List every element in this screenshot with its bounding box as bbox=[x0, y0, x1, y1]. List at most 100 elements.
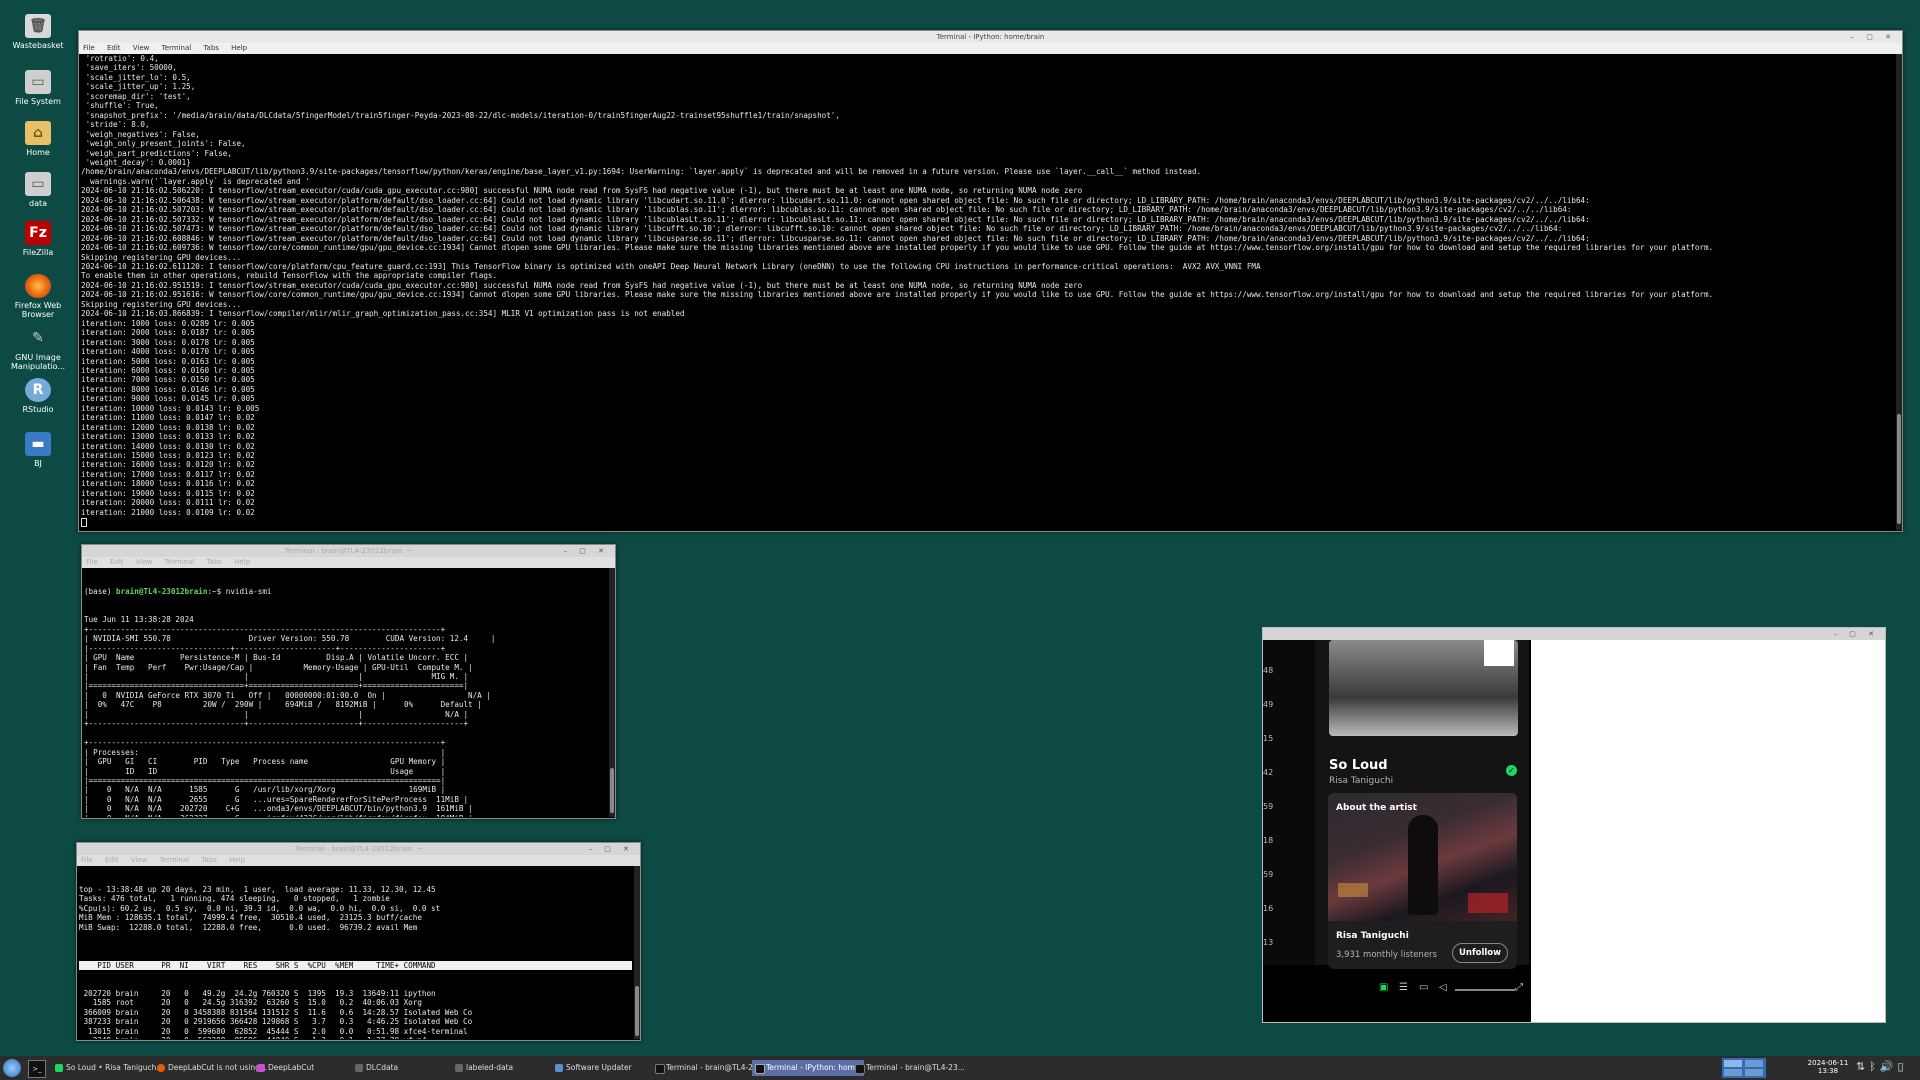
player-controls: ▣ ☰ ▭ ◁ ⤢ bbox=[1315, 980, 1529, 1000]
menu-edit[interactable]: Edit bbox=[107, 44, 121, 52]
menu-help[interactable]: Help bbox=[234, 558, 250, 566]
taskbar-item-dlcdata[interactable]: DLCdata bbox=[352, 1060, 462, 1076]
terminal-top-scrollbar[interactable] bbox=[634, 866, 640, 1039]
music-panel: 48 49 15 42 59 18 59 16 13 So Loud Risa … bbox=[1263, 640, 1531, 1022]
menu-file[interactable]: File bbox=[81, 856, 93, 864]
workspace-switcher[interactable] bbox=[1722, 1058, 1766, 1078]
prompt-line[interactable] bbox=[81, 517, 1900, 527]
bluetooth-icon[interactable]: ᛒ bbox=[1869, 1060, 1880, 1073]
track-title[interactable]: So Loud bbox=[1329, 758, 1388, 773]
duration: 48 bbox=[1263, 666, 1274, 675]
clock-time: 13:38 bbox=[1817, 1067, 1839, 1075]
terminal-top-titlebar[interactable]: Terminal - brain@TL4-23012brain: ~ – ▢ ✕ bbox=[77, 843, 640, 855]
desktop-icon-filesystem[interactable]: ▭ File System bbox=[8, 70, 68, 106]
scrollbar-thumb[interactable] bbox=[635, 986, 639, 1036]
process-row: 366009 brain 20 0 3458388 831564 131512 … bbox=[79, 1007, 473, 1017]
terminal-top-output[interactable]: top - 13:38:48 up 20 days, 23 min, 1 use… bbox=[77, 866, 640, 1039]
window-controls[interactable]: – ▢ ✕ bbox=[589, 843, 634, 855]
menu-help[interactable]: Help bbox=[231, 44, 247, 52]
terminal-main-scrollbar[interactable] bbox=[1896, 54, 1902, 530]
menu-file[interactable]: File bbox=[83, 44, 95, 52]
desktop-icon-data[interactable]: ▭ data bbox=[8, 172, 68, 208]
menu-tabs[interactable]: Tabs bbox=[201, 856, 217, 864]
desktop-icon-filezilla[interactable]: Fz FileZilla bbox=[8, 221, 68, 257]
window-controls[interactable]: – ▢ ✕ bbox=[564, 545, 609, 557]
terminal-nvidia-scrollbar[interactable] bbox=[609, 568, 615, 817]
menu-terminal[interactable]: Terminal bbox=[160, 856, 190, 864]
terminal-main-output[interactable]: 'rotratio': 0.4, 'save_iters': 50000, 's… bbox=[79, 54, 1902, 530]
workspace-3[interactable] bbox=[1724, 1069, 1742, 1076]
terminal-nvidia-window[interactable]: Terminal - brain@TL4-23012brain: ~ – ▢ ✕… bbox=[81, 544, 616, 819]
terminal-main-window[interactable]: Terminal - IPython: home/brain – ▢ ✕ Fil… bbox=[78, 30, 1903, 532]
network-icon[interactable]: ⇅ bbox=[1856, 1060, 1869, 1073]
volume-icon[interactable]: ◁ bbox=[1439, 982, 1447, 993]
desktop-icon-firefox[interactable]: Firefox Web Browser bbox=[8, 274, 68, 319]
fullscreen-icon[interactable]: ⤢ bbox=[1515, 982, 1523, 993]
desktop-icon-label: Home bbox=[26, 148, 50, 157]
taskbar-item-deeplabcut[interactable]: DeepLabCut bbox=[254, 1060, 362, 1076]
workspace-1[interactable] bbox=[1724, 1060, 1742, 1067]
taskbar-item-firefox[interactable]: DeepLabCut is not using... bbox=[154, 1060, 268, 1076]
taskbar-item-terminal-1[interactable]: Terminal - brain@TL4-23... bbox=[652, 1060, 764, 1076]
scrollbar-thumb[interactable] bbox=[610, 768, 614, 813]
desktop-icon-wastebasket[interactable]: 🗑 Wastebasket bbox=[8, 14, 68, 50]
terminal-top-window[interactable]: Terminal - brain@TL4-23012brain: ~ – ▢ ✕… bbox=[76, 842, 641, 1041]
home-folder-icon: ⌂ bbox=[25, 121, 51, 145]
artist-name[interactable]: Risa Taniguchi bbox=[1336, 931, 1409, 941]
terminal-main-titlebar[interactable]: Terminal - IPython: home/brain – ▢ ✕ bbox=[79, 31, 1902, 43]
clock-date: 2024-06-11 bbox=[1807, 1059, 1849, 1067]
terminal-line: 2024-06-10 21:16:02.608846: W tensorflow… bbox=[81, 233, 1590, 243]
menu-tabs[interactable]: Tabs bbox=[203, 44, 219, 52]
taskbar-item-terminal-2[interactable]: Terminal - brain@TL4-23... bbox=[852, 1060, 964, 1076]
terminal-nvidia-output[interactable]: (base) brain@TL4-23012brain:~$ nvidia-sm… bbox=[82, 568, 615, 817]
queue-icon[interactable]: ☰ bbox=[1399, 982, 1408, 993]
saved-check-icon[interactable]: ✓ bbox=[1506, 765, 1517, 776]
desktop-icon-bj[interactable]: ▬ BJ bbox=[8, 432, 68, 468]
track-artist[interactable]: Risa Taniguchi bbox=[1329, 776, 1393, 786]
menu-terminal[interactable]: Terminal bbox=[165, 558, 195, 566]
menu-edit[interactable]: Edit bbox=[110, 558, 124, 566]
album-art-detail bbox=[1484, 640, 1514, 666]
menu-file[interactable]: File bbox=[86, 558, 98, 566]
desktop-icon-rstudio[interactable]: R RStudio bbox=[8, 378, 68, 414]
menu-view[interactable]: View bbox=[131, 856, 148, 864]
scrollbar-thumb[interactable] bbox=[1897, 414, 1901, 524]
terminal-launcher-icon[interactable]: >_ bbox=[28, 1060, 46, 1078]
clock[interactable]: 2024-06-11 13:38 bbox=[1800, 1059, 1856, 1075]
terminal-line: 'weigh_negatives': False, bbox=[81, 129, 200, 139]
connect-device-icon[interactable]: ▭ bbox=[1419, 982, 1428, 993]
duration: 16 bbox=[1263, 904, 1274, 913]
taskbar-item-label: Terminal - IPython: hom... bbox=[766, 1063, 863, 1072]
menu-edit[interactable]: Edit bbox=[105, 856, 119, 864]
taskbar-item-terminal-ipython[interactable]: Terminal - IPython: hom... bbox=[752, 1060, 864, 1076]
clipboard-icon[interactable]: ▯ bbox=[1898, 1060, 1908, 1073]
window-controls[interactable]: – ▢ ✕ bbox=[1834, 628, 1879, 640]
process-row: 387233 brain 20 0 2919656 366428 129868 … bbox=[79, 1017, 473, 1027]
album-art[interactable] bbox=[1329, 640, 1518, 736]
window-controls[interactable]: – ▢ ✕ bbox=[1851, 31, 1896, 43]
desktop-icon-home[interactable]: ⌂ Home bbox=[8, 121, 68, 157]
taskbar-item-software-updater[interactable]: Software Updater bbox=[552, 1060, 662, 1076]
taskbar-item-label: Terminal - brain@TL4-23... bbox=[666, 1063, 764, 1072]
terminal-nvidia-titlebar[interactable]: Terminal - brain@TL4-23012brain: ~ – ▢ ✕ bbox=[82, 545, 615, 557]
desktop-icon-gimp[interactable]: ✎ GNU Image Manipulatio... bbox=[8, 326, 68, 372]
now-playing-view-icon[interactable]: ▣ bbox=[1379, 982, 1388, 993]
whisker-menu-icon[interactable] bbox=[3, 1059, 21, 1077]
taskbar-item-music[interactable]: So Loud • Risa Taniguch... bbox=[52, 1060, 166, 1076]
menu-terminal[interactable]: Terminal bbox=[162, 44, 192, 52]
music-player-window[interactable]: – ▢ ✕ 48 49 15 42 59 18 59 16 13 So Loud… bbox=[1262, 627, 1886, 1023]
unfollow-button[interactable]: Unfollow bbox=[1452, 943, 1508, 963]
terminal-line: iteration: 4000 loss: 0.0170 lr: 0.005 bbox=[81, 347, 255, 357]
taskbar-item-labeled-data[interactable]: labeled-data bbox=[452, 1060, 562, 1076]
music-player-titlebar[interactable]: – ▢ ✕ bbox=[1263, 628, 1885, 640]
volume-icon[interactable]: 🔊 bbox=[1880, 1060, 1898, 1073]
workspace-2[interactable] bbox=[1745, 1060, 1763, 1067]
volume-slider[interactable] bbox=[1455, 989, 1515, 991]
about-artist-card[interactable]: About the artist Risa Taniguchi 3,931 mo… bbox=[1328, 793, 1517, 969]
terminal-line: | Processes: | bbox=[84, 747, 446, 757]
menu-help[interactable]: Help bbox=[229, 856, 245, 864]
menu-view[interactable]: View bbox=[136, 558, 153, 566]
menu-tabs[interactable]: Tabs bbox=[206, 558, 222, 566]
workspace-4[interactable] bbox=[1745, 1069, 1763, 1076]
menu-view[interactable]: View bbox=[133, 44, 150, 52]
